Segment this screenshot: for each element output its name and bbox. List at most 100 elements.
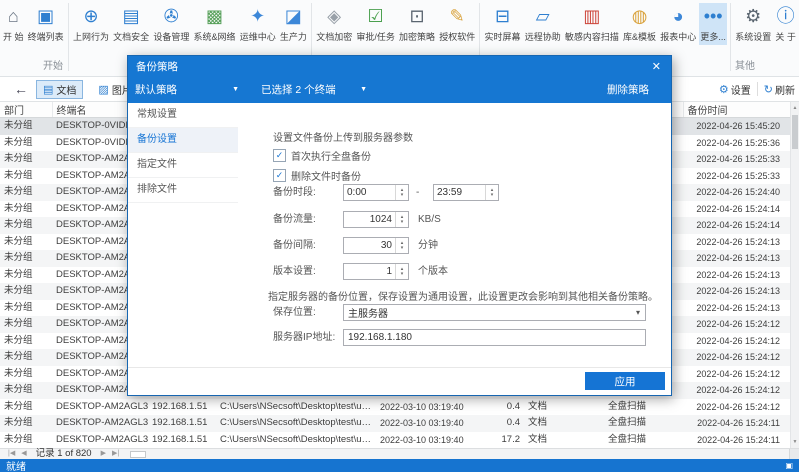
ribbon-group-label-start: 开始	[0, 57, 106, 72]
refresh-icon: ↻	[764, 83, 773, 96]
scroll-down-icon[interactable]: ▼	[791, 436, 799, 448]
ribbon-item-ops-center[interactable]: ✦ 运维中心	[239, 3, 277, 45]
settings-button[interactable]: ⚙ 设置	[719, 82, 751, 97]
ribbon-item-system-settings[interactable]: ⚙ 系统设置	[734, 3, 772, 45]
app-window: ⌂ 开 始 ▣ 终端列表 ⊕ 上网行为 ▤ 文档安全	[0, 0, 799, 472]
dialog-tab-specified-files[interactable]: 指定文件	[128, 153, 238, 178]
server-ip-label: 服务器IP地址:	[273, 329, 343, 346]
clipboard-check-icon: ☑	[368, 5, 384, 28]
dialog-tab-excluded-files[interactable]: 排除文件	[128, 178, 238, 203]
version-value[interactable]: 1	[344, 266, 395, 277]
spinner-arrows-icon[interactable]: ▴▾	[395, 212, 408, 227]
ribbon-item-realtime-screen[interactable]: ⊟ 实时屏幕	[484, 3, 522, 45]
back-arrow-icon[interactable]: ←	[14, 81, 28, 97]
time-to-stepper[interactable]: 23:59 ▴▾	[433, 184, 499, 201]
status-panel-icon[interactable]: ▣	[785, 460, 793, 472]
spinner-arrows-icon[interactable]: ▴▾	[395, 264, 408, 279]
version-stepper[interactable]: 1 ▴▾	[343, 263, 409, 280]
magic-wand-icon: ✦	[250, 5, 265, 28]
picture-icon: ▨	[98, 83, 108, 96]
table-row[interactable]: 未分组 DESKTOP-AM2AGL3 192.168.1.51 C:\User…	[0, 399, 790, 416]
gear-icon: ⚙	[719, 83, 729, 96]
horizontal-scrollbar-thumb[interactable]	[130, 451, 146, 458]
checkbox-checked-icon[interactable]: ✓	[273, 149, 286, 162]
remote-monitors-icon: ▱	[536, 5, 550, 28]
refresh-label: 刷新	[775, 82, 795, 97]
full-backup-checkbox-label: 首次执行全盘备份	[291, 148, 371, 163]
save-location-value: 主服务器	[344, 305, 631, 320]
documents-view-label: 文档	[56, 82, 76, 97]
save-location-select[interactable]: 主服务器 ▾	[343, 304, 646, 321]
delete-policy-button[interactable]: 删除策略	[607, 82, 649, 97]
server-ip-input[interactable]: 192.168.1.180	[343, 329, 646, 346]
document-shield-icon: ▤	[123, 5, 140, 28]
dialog-tab-general-settings[interactable]: 常规设置	[128, 103, 238, 128]
ribbon-item-more[interactable]: ••• 更多...	[699, 3, 727, 45]
spinner-arrows-icon[interactable]: ▴▾	[395, 185, 408, 200]
pager-bar: |◀ ◀ 记录 1 of 820 ▶ ▶|	[0, 448, 799, 459]
ribbon-item-productivity[interactable]: ◪ 生产力	[279, 3, 308, 45]
ribbon-item-terminal-list[interactable]: ▣ 终端列表	[27, 3, 65, 45]
ribbon-item-remote-assist[interactable]: ▱ 远程协助	[524, 3, 562, 45]
ribbon-item-web-behavior[interactable]: ⊕ 上网行为	[72, 3, 110, 45]
vertical-scrollbar[interactable]: ▲ ▼	[790, 102, 799, 448]
table-row[interactable]: 未分组 DESKTOP-AM2AGL3 192.168.1.51 C:\User…	[0, 432, 790, 449]
dialog-title: 备份策略	[136, 59, 178, 74]
backup-policy-dialog: 备份策略 ✕ 默认策略 ▼ 已选择 2 个终端 ▼ 删除策略 常规设置	[127, 55, 672, 396]
ribbon-item-about[interactable]: ⓘ 关 于	[774, 3, 797, 45]
pager-last-icon[interactable]: ▶|	[112, 449, 119, 459]
ribbon-item-authorized-software[interactable]: ✎ 授权软件	[438, 3, 476, 45]
table-row[interactable]: 未分组 DESKTOP-AM2AGL3 192.168.1.51 C:\User…	[0, 415, 790, 432]
status-bar: 就绪 ▣	[0, 459, 799, 472]
toolbar-right-actions: ⚙ 设置 ↻ 刷新	[719, 82, 795, 97]
spinner-arrows-icon[interactable]: ▴▾	[485, 185, 498, 200]
checkbox-checked-icon[interactable]: ✓	[273, 169, 286, 182]
shield-wall-icon: ▩	[206, 5, 223, 28]
time-range-dash: -	[416, 184, 419, 201]
flow-limit-value[interactable]: 1024	[344, 214, 395, 225]
apply-button[interactable]: 应用	[585, 372, 665, 390]
monitor-icon: ⊟	[495, 5, 510, 28]
ribbon-item-approval-tasks[interactable]: ☑ 审批/任务	[355, 3, 396, 45]
ribbon-item-sensitive-scan[interactable]: ▥ 敏感内容扫描	[564, 3, 620, 45]
gear-icon: ⚙	[745, 5, 761, 28]
flow-limit-label: 备份流量:	[273, 211, 343, 228]
dialog-sidebar: 常规设置 备份设置 指定文件 排除文件	[128, 103, 238, 395]
time-from-value[interactable]: 0:00	[344, 187, 395, 198]
close-icon[interactable]: ✕	[650, 60, 663, 73]
ribbon-item-encrypt-policy[interactable]: ⊡ 加密策略	[398, 3, 436, 45]
interval-value[interactable]: 30	[344, 240, 395, 251]
ribbon-item-system-network[interactable]: ▩ 系统&网络	[193, 3, 237, 45]
dialog-body: 常规设置 备份设置 指定文件 排除文件 设置文件备份上传到	[128, 103, 671, 395]
spinner-arrows-icon[interactable]: ▴▾	[395, 238, 408, 253]
document-icon: ▤	[43, 83, 53, 96]
backup-on-delete-checkbox[interactable]: ✓ 删除文件时备份	[273, 168, 361, 183]
ribbon-item-library-templates[interactable]: ◍ 库&模板	[622, 3, 657, 45]
documents-view-button[interactable]: ▤ 文档	[36, 80, 83, 99]
ribbon-item-start[interactable]: ⌂ 开 始	[2, 3, 25, 45]
ribbon-item-doc-security[interactable]: ▤ 文档安全	[112, 3, 150, 45]
scrollbar-corner	[789, 449, 799, 459]
ribbon-item-doc-encrypt[interactable]: ◈ 文档加密	[315, 3, 353, 45]
time-from-stepper[interactable]: 0:00 ▴▾	[343, 184, 409, 201]
scrollbar-thumb[interactable]	[792, 115, 798, 149]
dialog-tab-backup-settings[interactable]: 备份设置	[128, 128, 238, 153]
scroll-up-icon[interactable]: ▲	[791, 102, 799, 114]
terminal-selection-dropdown[interactable]: 已选择 2 个终端 ▼	[261, 82, 367, 97]
dialog-footer: 应用	[128, 367, 671, 395]
ribbon-item-report-center[interactable]: ◕ 报表中心	[659, 3, 697, 45]
column-header-backup-time[interactable]: 备份时间	[683, 102, 790, 118]
version-label: 版本设置:	[273, 263, 343, 280]
backup-on-delete-checkbox-label: 删除文件时备份	[291, 168, 361, 183]
lock-window-icon: ⊡	[409, 5, 424, 28]
ribbon-item-device-mgmt[interactable]: ✇ 设备管理	[152, 3, 190, 45]
time-to-value[interactable]: 23:59	[434, 187, 485, 198]
refresh-button[interactable]: ↻ 刷新	[764, 82, 795, 97]
flow-limit-stepper[interactable]: 1024 ▴▾	[343, 211, 409, 228]
pager-next-icon[interactable]: ▶	[101, 449, 106, 459]
interval-stepper[interactable]: 30 ▴▾	[343, 237, 409, 254]
full-backup-checkbox[interactable]: ✓ 首次执行全盘备份	[273, 148, 371, 163]
policy-dropdown[interactable]: 默认策略 ▼	[135, 82, 239, 97]
settings-label: 设置	[731, 82, 751, 97]
column-header-department[interactable]: 部门	[0, 102, 52, 118]
